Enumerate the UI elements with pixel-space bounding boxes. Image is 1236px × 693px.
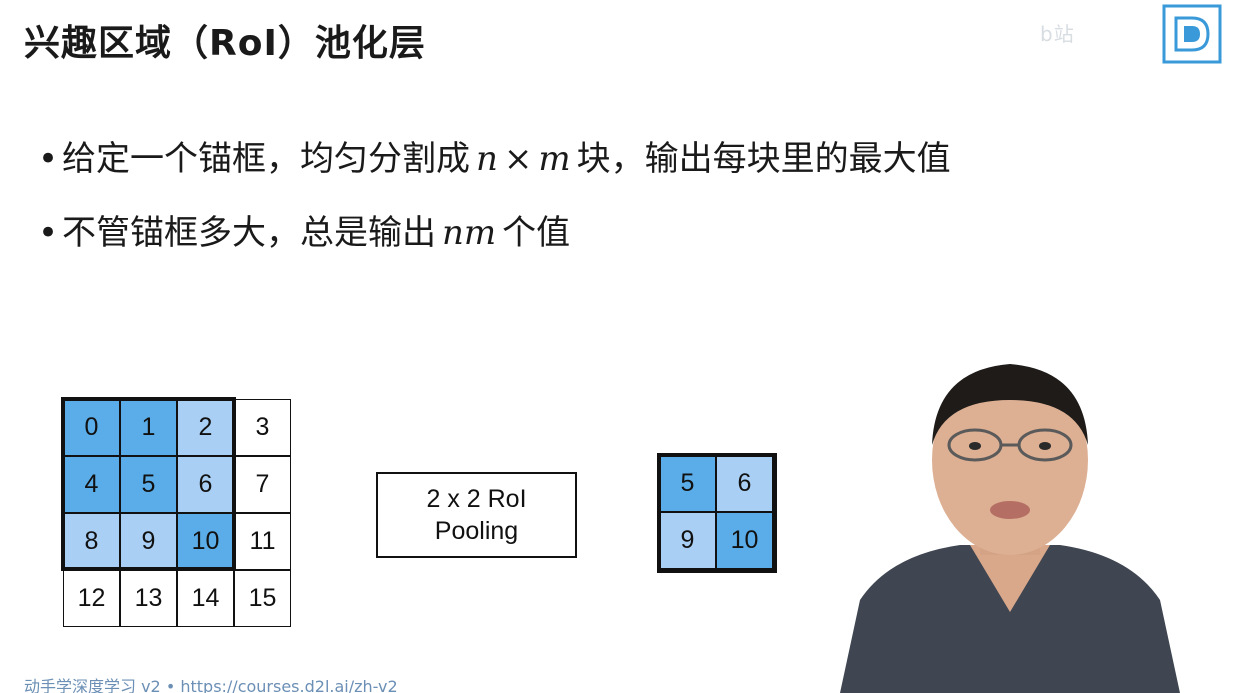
bullet-text-post: 块，输出每块里的最大值 <box>576 139 951 179</box>
math-expression: n × m <box>476 139 571 179</box>
output-feature-map: 5 6 9 10 <box>659 455 773 569</box>
bullet-text-pre: 不管锚框多大，总是输出 <box>62 213 436 253</box>
input-cell: 2 <box>177 399 234 456</box>
bullet-text-pre: 给定一个锚框，均匀分割成 <box>62 139 470 179</box>
bullet-list: • 给定一个锚框，均匀分割成 n × m 块，输出每块里的最大值 • 不管锚框多大，总是… <box>38 130 1138 278</box>
input-cell: 14 <box>177 570 234 627</box>
input-cell: 11 <box>234 513 291 570</box>
bullet-item: • 不管锚框多大，总是输出 nm 个值 <box>38 204 1138 262</box>
d2l-logo-icon <box>1162 4 1222 64</box>
input-cell: 15 <box>234 570 291 627</box>
bullet-text-post: 个值 <box>502 213 571 253</box>
input-cell: 1 <box>120 399 177 456</box>
bilibili-watermark: b站 <box>1040 22 1075 46</box>
bullet-dot: • <box>38 139 59 179</box>
math-expression: nm <box>442 213 497 253</box>
bullet-dot: • <box>38 213 59 253</box>
output-cell: 9 <box>659 512 716 569</box>
input-feature-map: 0 1 2 3 4 5 6 7 8 9 10 11 12 13 14 15 <box>63 399 291 627</box>
output-cell: 5 <box>659 455 716 512</box>
pooling-label-line2: Pooling <box>434 517 519 545</box>
input-cell: 3 <box>234 399 291 456</box>
output-cell: 10 <box>716 512 773 569</box>
input-cell: 5 <box>120 456 177 513</box>
input-cell: 4 <box>63 456 120 513</box>
input-cell: 8 <box>63 513 120 570</box>
presenter-video <box>840 364 1180 693</box>
input-cell: 0 <box>63 399 120 456</box>
input-cell: 12 <box>63 570 120 627</box>
input-cell: 10 <box>177 513 234 570</box>
footer-course-link: 动手学深度学习 v2 • https://courses.d2l.ai/zh-v… <box>24 677 398 693</box>
output-cell: 6 <box>716 455 773 512</box>
input-cell: 13 <box>120 570 177 627</box>
slide-title: 兴趣区域（RoI）池化层 <box>24 23 426 64</box>
pooling-label-line1: 2 x 2 RoI <box>426 485 527 513</box>
bullet-item: • 给定一个锚框，均匀分割成 n × m 块，输出每块里的最大值 <box>38 130 1142 188</box>
input-cell: 6 <box>177 456 234 513</box>
input-cell: 7 <box>234 456 291 513</box>
input-cell: 9 <box>120 513 177 570</box>
roi-pooling-box: 2 x 2 RoI Pooling <box>376 472 577 558</box>
